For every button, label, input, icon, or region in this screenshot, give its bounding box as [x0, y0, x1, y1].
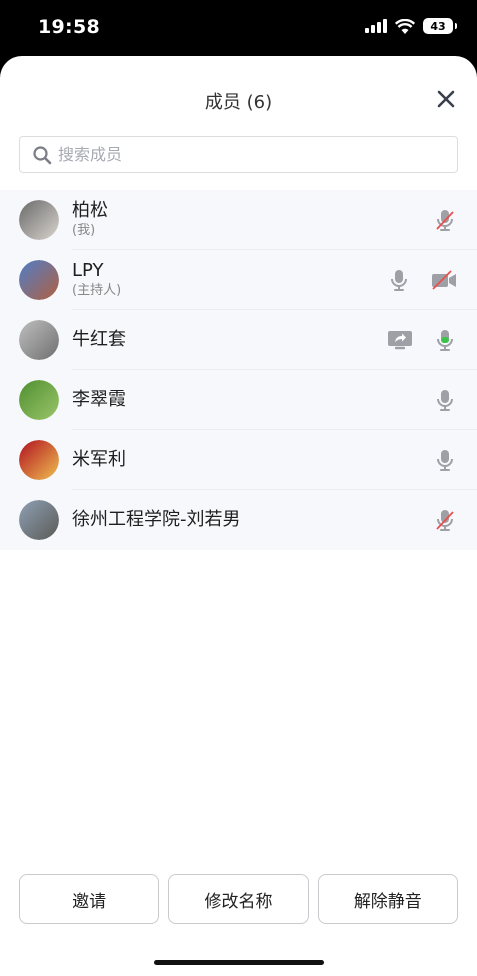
status-bar: 19:58 43 — [0, 0, 477, 56]
member-name: 李翠霞 — [72, 389, 126, 410]
battery-indicator: 43 — [423, 18, 457, 34]
avatar — [19, 500, 59, 540]
member-row[interactable]: 李翠霞 — [0, 370, 477, 430]
members-sheet: 成员 (6) 柏松 (我) — [0, 56, 477, 976]
member-role: (主持人) — [72, 283, 122, 298]
member-list: 柏松 (我) LPY (主持人) 牛红套 李翠霞 米军利 徐州工程学院-刘若男 — [0, 190, 477, 550]
member-row[interactable]: LPY (主持人) — [0, 250, 477, 310]
member-status-icons — [433, 448, 457, 472]
member-info: 牛红套 — [72, 310, 126, 370]
mic-muted-icon — [436, 510, 454, 531]
member-info: 徐州工程学院-刘若男 — [72, 490, 241, 550]
wifi-icon — [395, 18, 415, 34]
avatar — [19, 200, 59, 240]
close-icon[interactable] — [435, 88, 457, 110]
member-role: (我) — [72, 223, 96, 238]
home-indicator — [154, 960, 324, 965]
member-status-icons — [433, 388, 457, 412]
mic-icon — [437, 390, 453, 411]
member-status-icons — [433, 508, 457, 532]
member-row[interactable]: 柏松 (我) — [0, 190, 477, 250]
rename-button[interactable]: 修改名称 — [168, 874, 309, 924]
page-title: 成员 (6) — [204, 92, 273, 113]
member-info: 米军利 — [72, 430, 126, 490]
status-time: 19:58 — [38, 16, 100, 38]
unmute-button[interactable]: 解除静音 — [317, 874, 458, 924]
search-input[interactable] — [58, 145, 438, 164]
member-name: 米军利 — [72, 449, 126, 470]
member-info: 李翠霞 — [72, 370, 126, 430]
mic-icon — [391, 270, 407, 291]
member-status-icons — [433, 208, 457, 232]
member-status-icons — [387, 328, 457, 352]
member-name: 柏松 — [72, 200, 108, 221]
member-name: LPY — [72, 260, 104, 281]
member-name: 牛红套 — [72, 329, 126, 350]
screen-share-icon — [388, 331, 412, 350]
mic-muted-icon — [436, 210, 454, 231]
action-bar: 邀请 修改名称 解除静音 — [19, 874, 458, 924]
search-box[interactable] — [19, 136, 458, 173]
camera-off-icon — [432, 270, 456, 290]
status-icons: 43 — [365, 18, 457, 34]
member-status-icons — [387, 268, 457, 292]
avatar — [19, 260, 59, 300]
member-name: 徐州工程学院-刘若男 — [72, 509, 241, 530]
member-info: 柏松 (我) — [72, 190, 108, 250]
avatar — [19, 380, 59, 420]
member-row[interactable]: 牛红套 — [0, 310, 477, 370]
search-icon — [33, 145, 52, 164]
member-info: LPY (主持人) — [72, 250, 121, 310]
signal-icon — [365, 19, 387, 33]
mic-active-icon — [437, 330, 453, 351]
member-row[interactable]: 米军利 — [0, 430, 477, 490]
mic-icon — [437, 450, 453, 471]
member-row[interactable]: 徐州工程学院-刘若男 — [0, 490, 477, 550]
avatar — [19, 320, 59, 360]
avatar — [19, 440, 59, 480]
invite-button[interactable]: 邀请 — [19, 874, 160, 924]
